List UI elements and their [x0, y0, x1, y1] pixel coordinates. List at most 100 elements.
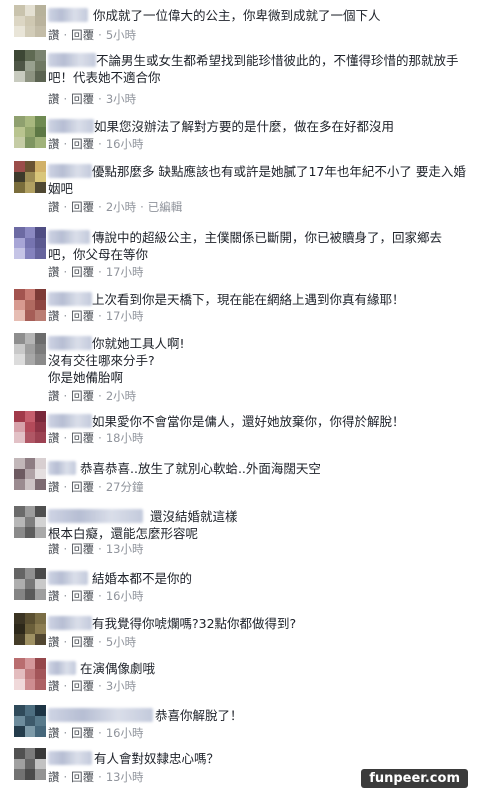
- reply-button[interactable]: 回覆: [71, 679, 94, 693]
- reply-button[interactable]: 回覆: [71, 92, 94, 106]
- comment-timestamp[interactable]: 3小時: [106, 92, 136, 106]
- like-button[interactable]: 讚: [48, 542, 60, 556]
- avatar[interactable]: [14, 289, 46, 321]
- comment-timestamp[interactable]: 27分鐘: [106, 480, 144, 494]
- avatar[interactable]: [14, 506, 46, 538]
- comment-actions: 讚 · 回覆 · 16小時: [48, 589, 143, 603]
- separator-dot: ·: [63, 389, 68, 403]
- comment-actions: 讚 · 回覆 · 13小時: [48, 770, 143, 784]
- reply-button[interactable]: 回覆: [71, 28, 94, 42]
- comment-timestamp[interactable]: 17小時: [106, 265, 144, 279]
- like-button[interactable]: 讚: [48, 679, 60, 693]
- separator-dot: ·: [63, 589, 68, 603]
- comment-actions: 讚 · 回覆 · 17小時: [48, 309, 143, 323]
- comment-timestamp[interactable]: 16小時: [106, 137, 144, 151]
- comment-actions: 讚 · 回覆 · 3小時: [48, 92, 136, 106]
- avatar[interactable]: [14, 748, 46, 780]
- avatar[interactable]: [14, 613, 46, 645]
- avatar[interactable]: [14, 5, 46, 37]
- separator-dot: ·: [98, 589, 102, 603]
- comment-timestamp[interactable]: 5小時: [106, 28, 136, 42]
- comment-item: 恭喜恭喜..放生了就別心軟蛤..外面海闊天空讚 · 回覆 · 27分鐘: [0, 458, 484, 500]
- comment-item: 傳說中的超級公主，主僕關係已斷開，你已被贖身了，回家鄉去吧，你父母在等你讚 · 回覆…: [0, 224, 484, 282]
- comment-text: 如果愛你不會當你是傭人，還好她放棄你，你得於解脫！: [92, 414, 405, 429]
- like-button[interactable]: 讚: [48, 770, 60, 784]
- separator-dot: ·: [63, 137, 68, 151]
- separator-dot: ·: [63, 480, 68, 494]
- like-button[interactable]: 讚: [48, 480, 60, 494]
- reply-button[interactable]: 回覆: [71, 431, 94, 445]
- reply-button[interactable]: 回覆: [71, 309, 94, 323]
- comment-text: 不論男生或女生都希望找到能珍惜彼此的，不懂得珍惜的那就放手吧！代表她不適合你: [48, 53, 459, 85]
- comment-timestamp[interactable]: 16小時: [106, 589, 144, 603]
- like-button[interactable]: 讚: [48, 200, 60, 214]
- avatar[interactable]: [14, 458, 46, 490]
- like-button[interactable]: 讚: [48, 92, 60, 106]
- like-button[interactable]: 讚: [48, 635, 60, 649]
- comment-timestamp[interactable]: 17小時: [106, 309, 144, 323]
- comment-actions: 讚 · 回覆 · 13小時: [48, 542, 143, 556]
- like-button[interactable]: 讚: [48, 389, 60, 403]
- reply-button[interactable]: 回覆: [71, 200, 94, 214]
- comment-timestamp[interactable]: 3小時: [106, 679, 136, 693]
- reply-button[interactable]: 回覆: [71, 770, 94, 784]
- like-button[interactable]: 讚: [48, 137, 60, 151]
- avatar[interactable]: [14, 568, 46, 600]
- comment-timestamp[interactable]: 13小時: [106, 542, 144, 556]
- comment-text: 有我覺得你唬爛嗎?32點你都做得到?: [92, 616, 297, 631]
- avatar[interactable]: [14, 333, 46, 365]
- comment-text: 傳說中的超級公主，主僕關係已斷開，你已被贖身了，回家鄉去吧，你父母在等你: [48, 230, 443, 262]
- separator-dot: ·: [98, 92, 102, 106]
- avatar[interactable]: [14, 658, 46, 690]
- comment-actions: 讚 · 回覆 · 3小時: [48, 679, 136, 693]
- avatar[interactable]: [14, 50, 46, 82]
- separator-dot: ·: [98, 389, 102, 403]
- separator-dot: ·: [63, 635, 68, 649]
- reply-button[interactable]: 回覆: [71, 635, 94, 649]
- reply-button[interactable]: 回覆: [71, 480, 94, 494]
- reply-button[interactable]: 回覆: [71, 389, 94, 403]
- comment-timestamp[interactable]: 2小時: [106, 200, 136, 214]
- avatar[interactable]: [14, 411, 46, 443]
- reply-button[interactable]: 回覆: [71, 589, 94, 603]
- like-button[interactable]: 讚: [48, 589, 60, 603]
- like-button[interactable]: 讚: [48, 265, 60, 279]
- reply-button[interactable]: 回覆: [71, 265, 94, 279]
- separator-dot: ·: [98, 679, 102, 693]
- comment-timestamp[interactable]: 16小時: [106, 726, 144, 740]
- comment-item: 優點那麼多 缺點應該也有或許是她膩了17年也年紀不小了 要走入婚姻吧讚 · 回覆 · 2…: [0, 158, 484, 216]
- comment-text: 有人會對奴隸忠心嗎？: [94, 751, 220, 766]
- comment-item: 不論男生或女生都希望找到能珍惜彼此的，不懂得珍惜的那就放手吧！代表她不適合你讚 ·…: [0, 42, 484, 110]
- separator-dot: ·: [98, 200, 102, 214]
- comment-actions: 讚 · 回覆 · 16小時: [48, 726, 143, 740]
- separator-dot: ·: [98, 265, 102, 279]
- avatar[interactable]: [14, 227, 46, 259]
- comment-timestamp[interactable]: 5小時: [106, 635, 136, 649]
- like-button[interactable]: 讚: [48, 431, 60, 445]
- edited-label[interactable]: 已編輯: [148, 200, 183, 214]
- separator-dot: ·: [98, 770, 102, 784]
- like-button[interactable]: 讚: [48, 28, 60, 42]
- avatar[interactable]: [14, 161, 46, 193]
- reply-button[interactable]: 回覆: [71, 726, 94, 740]
- comment-item: 有我覺得你唬爛嗎?32點你都做得到? 讚 · 回覆 · 5小時: [0, 612, 484, 654]
- separator-dot: ·: [98, 137, 102, 151]
- separator-dot: ·: [63, 542, 68, 556]
- comment-item: 結婚本都不是你的讚 · 回覆 · 16小時: [0, 566, 484, 608]
- like-button[interactable]: 讚: [48, 726, 60, 740]
- separator-dot: ·: [63, 92, 68, 106]
- comment-item: 你就她工具人啊! 沒有交往哪來分手? 你是她備胎啊讚 · 回覆 · 2小時: [0, 330, 484, 404]
- reply-button[interactable]: 回覆: [71, 137, 94, 151]
- watermark-logo: funpeer.com: [361, 769, 468, 788]
- comment-item: 如果您沒辦法了解對方要的是什麼，做在多在好都沒用讚 · 回覆 · 16小時: [0, 112, 484, 154]
- reply-button[interactable]: 回覆: [71, 542, 94, 556]
- comment-timestamp[interactable]: 13小時: [106, 770, 144, 784]
- comment-timestamp[interactable]: 18小時: [106, 431, 144, 445]
- avatar[interactable]: [14, 705, 46, 737]
- comment-timestamp[interactable]: 2小時: [106, 389, 136, 403]
- comment-text: 你成就了一位偉大的公主，你卑微到成就了一個下人: [93, 8, 381, 23]
- like-button[interactable]: 讚: [48, 309, 60, 323]
- comment-text: 恭喜你解脫了！: [155, 708, 243, 723]
- comment-text: 如果您沒辦法了解對方要的是什麼，做在多在好都沒用: [94, 119, 395, 134]
- avatar[interactable]: [14, 116, 46, 148]
